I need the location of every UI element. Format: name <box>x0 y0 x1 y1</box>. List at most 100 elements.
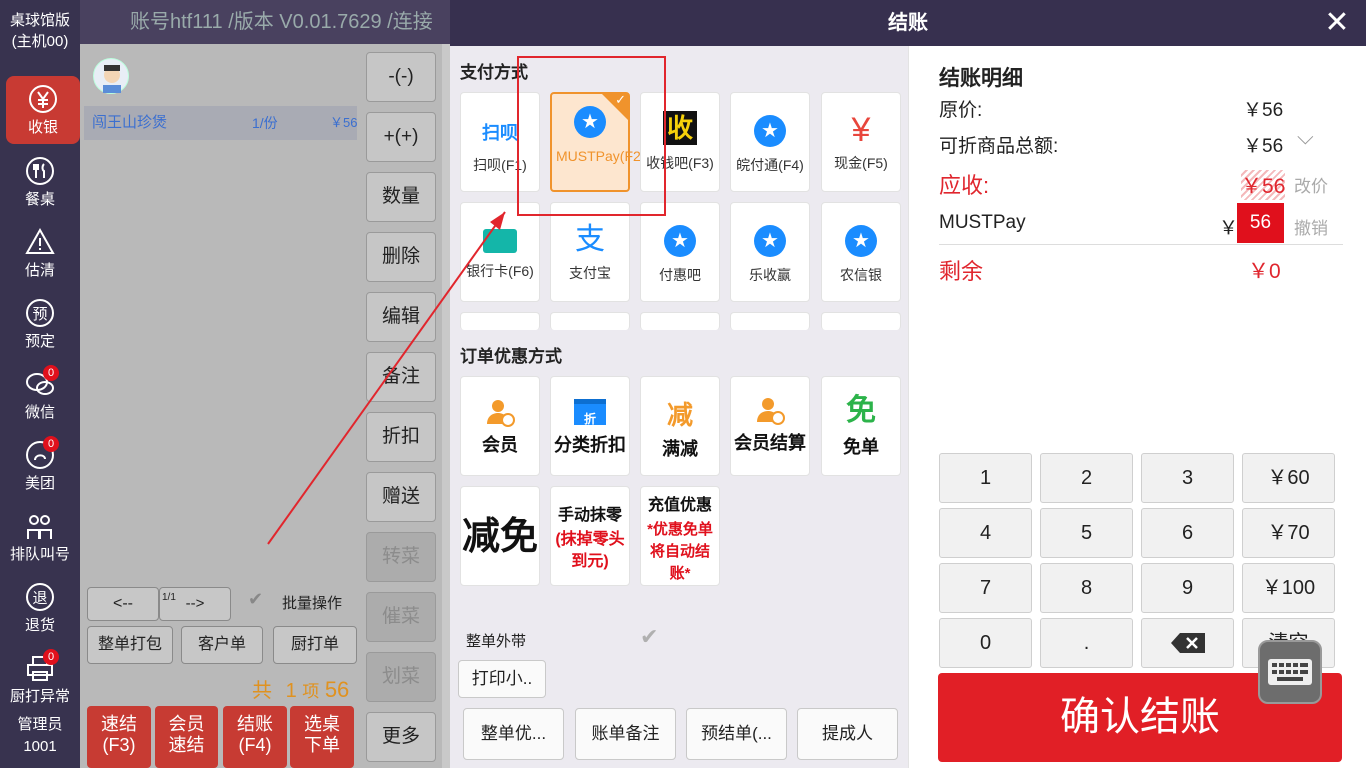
quick-settle-button[interactable]: 速结 (F3) <box>87 706 151 768</box>
minus-button[interactable]: -(-) <box>366 52 436 102</box>
whole-discount-button[interactable]: 整单优... <box>463 708 564 760</box>
pay-label: 支付宝 <box>569 265 611 281</box>
keypad-quick-70[interactable]: ￥70 <box>1242 508 1335 558</box>
close-icon[interactable]: ✕ <box>1324 8 1350 38</box>
keypad-4[interactable]: 4 <box>939 508 1032 558</box>
free-icon: 免 <box>846 394 876 427</box>
keypad-3[interactable]: 3 <box>1141 453 1234 503</box>
plus-button[interactable]: +(+) <box>366 112 436 162</box>
order-item-row[interactable]: 闯王山珍煲 1/份 ￥56 <box>84 106 357 140</box>
pay-method-cash[interactable]: ¥ 现金(F5) <box>821 92 901 192</box>
pack-order-button[interactable]: 整单打包 <box>87 626 173 664</box>
takeaway-label: 整单外带 <box>466 633 527 650</box>
pay-method-alipay[interactable]: 支 支付宝 <box>550 202 630 302</box>
keypad-backspace[interactable] <box>1141 618 1234 668</box>
more-button[interactable]: 更多 <box>366 712 436 762</box>
page-next-button[interactable]: 1/1 --> <box>159 587 231 621</box>
pay-method-partial[interactable] <box>821 312 901 330</box>
mustpay-amount-input[interactable]: 56 <box>1237 203 1284 243</box>
nav-label: 预定 <box>24 333 55 350</box>
page-next-label: --> <box>185 595 205 612</box>
keypad-9[interactable]: 9 <box>1141 563 1234 613</box>
fork-knife-icon <box>26 157 54 185</box>
chevron-down-icon[interactable]: ⌵ <box>1297 124 1314 150</box>
keypad-dot[interactable]: . <box>1040 618 1133 668</box>
member-quick-settle-button[interactable]: 会员 速结 <box>155 706 218 768</box>
annotation-arrow <box>267 211 506 545</box>
pay-label: 付惠吧 <box>659 267 701 283</box>
page-prev-button[interactable]: <-- <box>87 587 159 621</box>
backspace-icon <box>1170 633 1205 653</box>
pay-method-leshouying[interactable]: ★ 乐收赢 <box>730 202 810 302</box>
page-info: 1/1 <box>162 592 176 603</box>
nav-item-return[interactable]: 退 退货 <box>0 574 80 642</box>
discountable-label: 可折商品总额: <box>939 136 1059 157</box>
pay-method-partial[interactable] <box>550 312 630 330</box>
pay-method-fuhuiba[interactable]: ★ 付惠吧 <box>640 202 720 302</box>
due-label: 应收: <box>939 173 990 198</box>
print-small-ticket-button[interactable]: 打印小.. <box>458 660 546 698</box>
keypad-quick-60[interactable]: ￥60 <box>1242 453 1335 503</box>
keypad-5[interactable]: 5 <box>1040 508 1133 558</box>
select-table-button[interactable]: 选桌 下单 <box>290 706 354 768</box>
nav-item-estimate[interactable]: 估清 <box>0 219 80 287</box>
member-icon <box>757 398 785 425</box>
pay-method-partial[interactable] <box>730 312 810 330</box>
discount-label: 满减 <box>662 439 698 459</box>
nav-item-kitchen-error[interactable]: 0 厨打异常 <box>0 645 80 713</box>
discount-member-settle[interactable]: 会员结算 <box>730 376 810 476</box>
discount-full-reduction[interactable]: 减 满减 <box>640 376 720 476</box>
nav-label: 微信 <box>24 404 55 421</box>
order-item-qty: 1/份 <box>252 115 278 131</box>
warning-icon <box>25 227 55 254</box>
keypad-quick-100[interactable]: ￥100 <box>1242 563 1335 613</box>
cancel-payment-button[interactable]: 撤销 <box>1294 214 1328 239</box>
rush-dish-button[interactable]: 催菜 <box>366 592 436 642</box>
bill-note-button[interactable]: 账单备注 <box>575 708 676 760</box>
discount-free[interactable]: 免 免单 <box>821 376 901 476</box>
discount-sub: (抹掉零头到元) <box>555 531 625 570</box>
nav-item-queue[interactable]: 排队叫号 <box>0 503 80 571</box>
keypad-6[interactable]: 6 <box>1141 508 1234 558</box>
nav-item-reserve[interactable]: 预 预定 <box>0 290 80 358</box>
change-price-button[interactable]: 改价 <box>1294 172 1328 197</box>
total-amount: 56 <box>324 677 350 702</box>
nav-item-tables[interactable]: 餐桌 <box>0 148 80 216</box>
customer-slip-button[interactable]: 客户单 <box>181 626 263 664</box>
total-count: 1 <box>285 680 297 702</box>
discount-manual-round[interactable]: 手动抹零 (抹掉零头到元) <box>550 486 630 586</box>
wechat-badge: 0 <box>43 365 59 381</box>
avatar <box>93 58 129 94</box>
remaining-label: 剩余 <box>939 259 984 284</box>
reserve-icon: 预 <box>26 299 54 327</box>
keypad-0[interactable]: 0 <box>939 618 1032 668</box>
btn-line: 下单 <box>304 735 340 755</box>
pay-label: 农信银 <box>840 267 882 283</box>
keypad-1[interactable]: 1 <box>939 453 1032 503</box>
nav-item-meituan[interactable]: 0 美团 <box>0 432 80 500</box>
admin-info: 管理员 1001 <box>17 716 63 755</box>
nav-item-checkout[interactable]: 收银 <box>6 76 80 144</box>
keyboard-icon[interactable] <box>1258 640 1322 704</box>
highlight-box <box>517 56 666 216</box>
kitchen-slip-button[interactable]: 厨打单 <box>273 626 357 664</box>
pay-method-wanfutong[interactable]: ★ 皖付通(F4) <box>730 92 810 192</box>
mark-dish-button[interactable]: 划菜 <box>366 652 436 702</box>
keypad-7[interactable]: 7 <box>939 563 1032 613</box>
pay-method-nongxinyin[interactable]: ★ 农信银 <box>821 202 901 302</box>
nav-item-wechat[interactable]: 0 微信 <box>0 361 80 429</box>
keypad-2[interactable]: 2 <box>1040 453 1133 503</box>
pay-method-partial[interactable] <box>640 312 720 330</box>
btn-line: 会员 <box>168 714 205 734</box>
batch-check-icon[interactable]: ✔ <box>248 589 263 610</box>
pre-settle-button[interactable]: 预结单(... <box>686 708 787 760</box>
discount-recharge[interactable]: 充值优惠 *优惠免单将自动结账* <box>640 486 720 586</box>
commission-button[interactable]: 提成人 <box>797 708 898 760</box>
checkout-button[interactable]: 结账 (F4) <box>223 706 287 768</box>
keypad-8[interactable]: 8 <box>1040 563 1133 613</box>
discount-category[interactable]: 折 分类折扣 <box>550 376 630 476</box>
keyboard-glyph <box>1268 659 1312 685</box>
discount-label: 手动抹零 <box>557 507 622 524</box>
mustpay-currency: ￥ <box>1219 218 1239 239</box>
takeaway-check-icon[interactable]: ✔ <box>640 624 658 650</box>
